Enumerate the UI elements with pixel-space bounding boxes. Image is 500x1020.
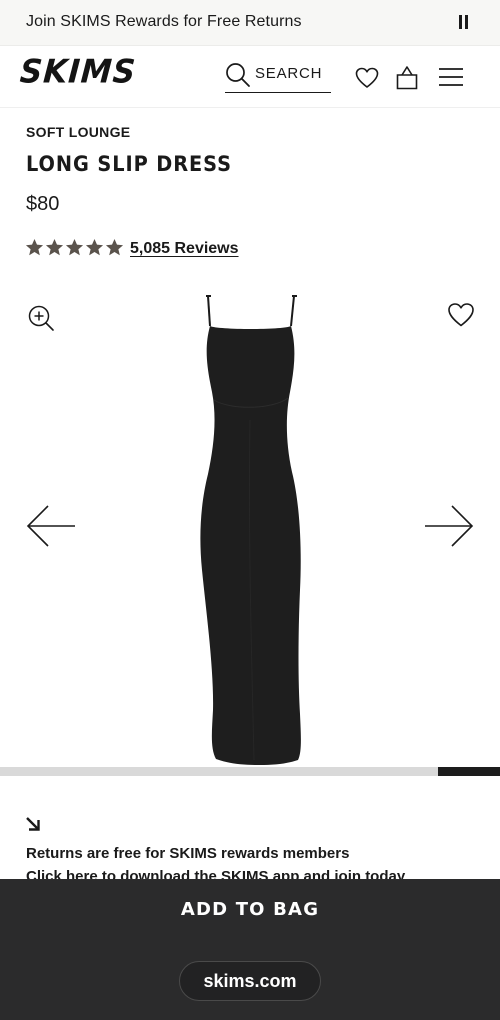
- promo-bar: Join SKIMS Rewards for Free Returns: [0, 0, 500, 46]
- carousel-progress[interactable]: [0, 767, 500, 776]
- arrow-left-icon[interactable]: [26, 504, 76, 548]
- heart-icon[interactable]: [355, 67, 379, 89]
- product-title: LONG SLIP DRESS: [26, 152, 232, 176]
- search-button[interactable]: SEARCH: [225, 60, 331, 93]
- search-icon: [226, 63, 250, 87]
- bag-icon[interactable]: [396, 65, 418, 90]
- dress-image[interactable]: [190, 290, 312, 766]
- carousel-progress-indicator: [437, 767, 500, 776]
- search-label: SEARCH: [255, 65, 323, 82]
- product-gallery[interactable]: [0, 282, 500, 768]
- rating-stars: [25, 238, 124, 258]
- star-icon: [85, 238, 104, 256]
- logo[interactable]: SKIMS: [19, 53, 138, 91]
- reviews-link[interactable]: 5,085 Reviews: [130, 240, 239, 258]
- star-icon: [25, 238, 44, 256]
- promo-text[interactable]: Join SKIMS Rewards for Free Returns: [26, 13, 302, 31]
- pause-icon[interactable]: [458, 15, 470, 31]
- star-icon: [105, 238, 124, 256]
- menu-icon[interactable]: [438, 67, 464, 87]
- url-bar[interactable]: skims.com: [179, 961, 321, 1001]
- star-icon: [45, 238, 64, 256]
- returns-message: Returns are free for SKIMS rewards membe…: [26, 845, 350, 862]
- heart-icon[interactable]: [447, 302, 475, 328]
- star-icon: [65, 238, 84, 256]
- bottom-sticky-panel: ADD TO BAG skims.com: [0, 879, 500, 1020]
- zoom-in-icon[interactable]: [27, 304, 55, 332]
- collection-label[interactable]: SOFT LOUNGE: [26, 124, 130, 140]
- product-price: $80: [26, 193, 60, 215]
- arrow-right-icon[interactable]: [424, 504, 474, 548]
- site-header: SKIMS SEARCH: [0, 46, 500, 108]
- arrow-down-right-icon: [26, 817, 40, 831]
- add-to-bag-button[interactable]: ADD TO BAG: [0, 899, 500, 920]
